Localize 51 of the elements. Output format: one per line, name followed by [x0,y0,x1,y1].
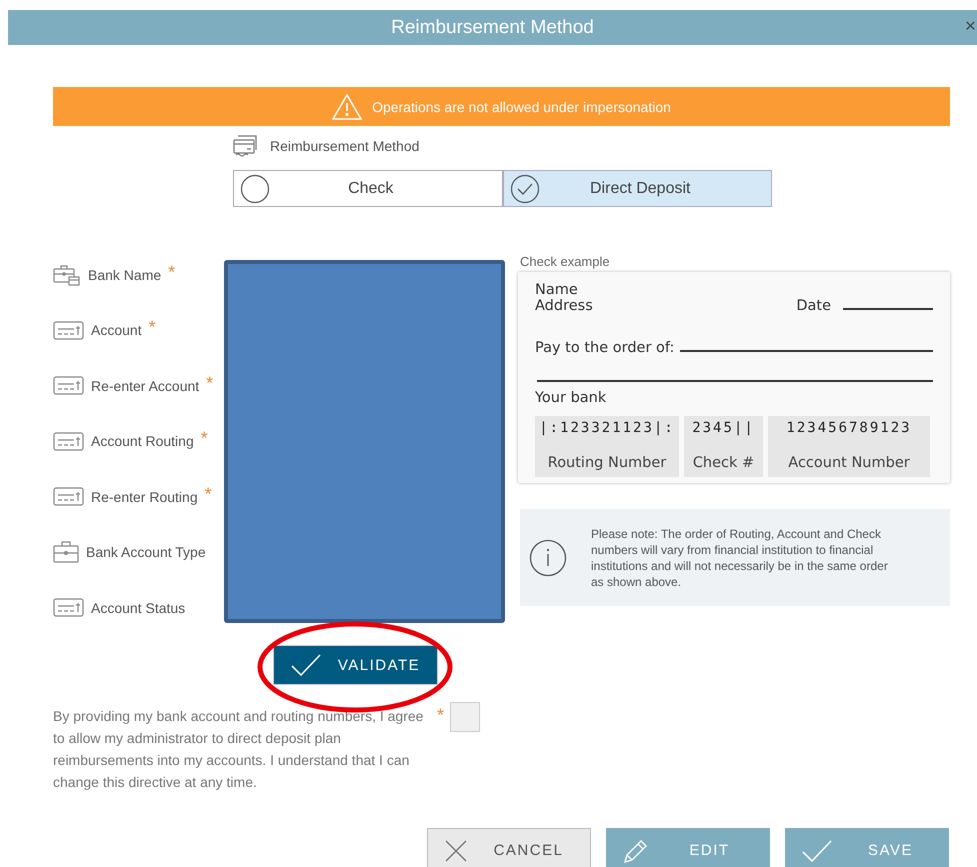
card-icon [53,487,84,506]
check-bank: Your bank [535,390,606,406]
micr-number: 123456789123 [786,420,912,436]
dialog-title: Reimbursement Method [391,16,594,38]
field-label: Re-enter Routing [91,488,198,505]
required-asterisk: * [437,705,444,725]
checkmark-icon [802,840,832,862]
close-icon [445,840,467,862]
field-label: Re-enter Account [91,378,200,394]
warning-text: Operations are not allowed under impersonation [372,98,671,114]
card-icon [53,376,84,396]
required-asterisk: * [148,318,156,336]
field-label: Bank Account Type [86,544,206,560]
check-address: Address [535,298,593,314]
cancel-button[interactable]: CANCEL [427,828,591,867]
micr-number: 2345|| [692,420,755,436]
check-date: Date [796,298,831,314]
required-asterisk: * [206,374,214,392]
checked-circle-icon [510,174,540,204]
consent-checkbox[interactable] [450,702,480,732]
field-label: Account [91,322,142,338]
micr-caption: Routing Number [548,455,666,471]
briefcase-icon [53,541,79,564]
required-asterisk: * [200,429,208,448]
note-text: Please note: The order of Routing, Account and Check numbers will vary from financial institution to financial institutions and will not necessarily be in the same order as shown above. [591,526,889,590]
info-icon [529,538,567,576]
close-button[interactable]: × [964,17,976,37]
field-label: Account Status [91,600,186,616]
briefcase-icon [53,264,81,286]
method-option[interactable]: Direct Deposit [502,170,772,207]
card-icon [53,432,84,451]
section-label: Reimbursement Method [270,138,420,154]
required-asterisk: * [168,262,176,281]
field-label: Bank Name [88,266,162,283]
circle-icon [240,174,270,204]
check-example-title: Check example [520,253,611,271]
validate-button[interactable]: VALIDATE [273,645,438,685]
check-name: Name [535,282,578,298]
card-icon [53,320,84,340]
consent-text: By providing my bank account and routing numbers, I agree to allow my administrator to direct deposit plan reimbursements into my accounts. I understand that I can change this directive at any time. [53,707,424,792]
pencil-icon [623,838,649,864]
method-option[interactable]: Check [233,170,502,207]
micr-caption: Check # [692,455,754,471]
checkmark-icon [291,654,321,676]
card-icon [53,598,84,618]
required-asterisk: * [204,484,212,503]
check-payee: Pay to the order of: [535,340,674,356]
micr-number: |:123321123|: [539,420,675,436]
warning-icon [332,94,362,120]
field-label: Account Routing [91,433,194,450]
micr-caption: Account Number [788,455,910,471]
